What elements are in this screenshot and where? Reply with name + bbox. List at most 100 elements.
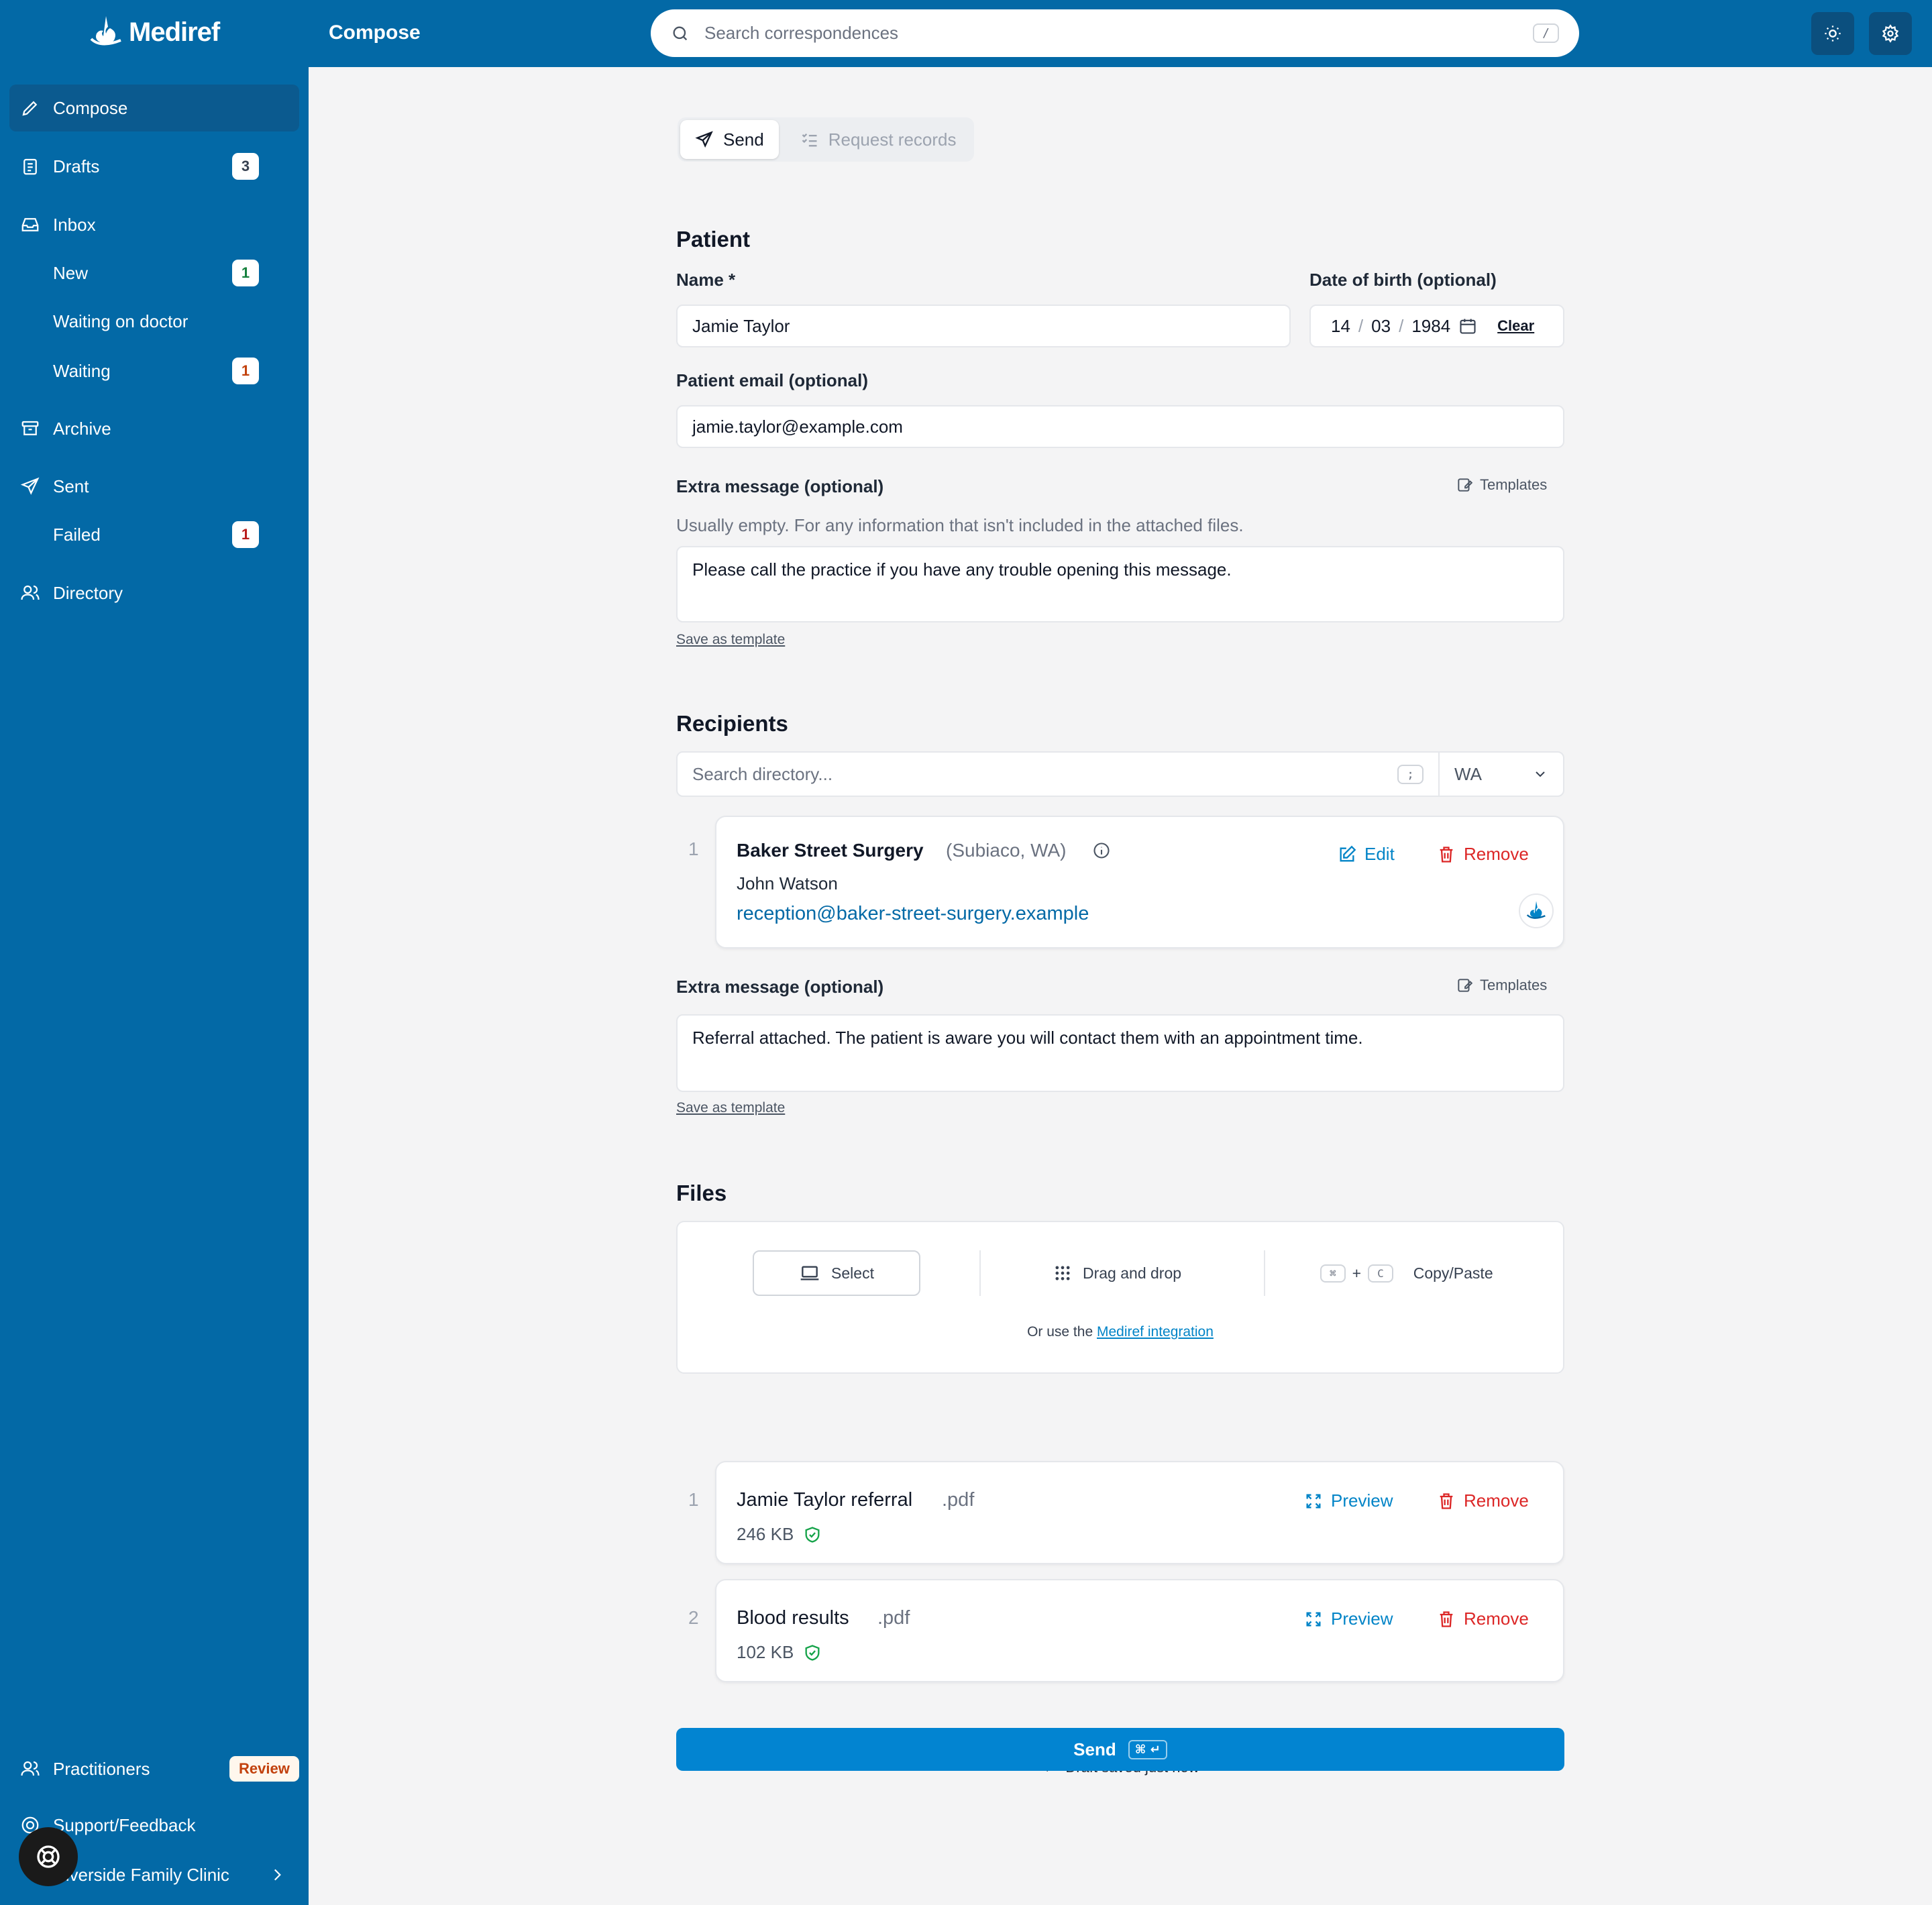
settings-button[interactable] xyxy=(1869,12,1912,55)
recipient-email[interactable]: reception@baker-street-surgery.example xyxy=(737,903,1089,925)
dob-separator: / xyxy=(1399,315,1404,336)
dob-month[interactable]: 03 xyxy=(1371,316,1391,337)
sidebar-item-label: Practitioners xyxy=(53,1758,150,1779)
templates-label: Templates xyxy=(1480,977,1548,993)
file-preview-button[interactable]: Preview xyxy=(1304,1609,1393,1629)
file-extension: .pdf xyxy=(942,1489,975,1511)
copy-paste-hint: ⌘ + C Copy/Paste xyxy=(1320,1250,1493,1296)
sidebar-item-label: Waiting on doctor xyxy=(53,311,189,331)
recipient-search-group: Search directory... ; WA xyxy=(676,751,1564,797)
integration-prefix: Or use the xyxy=(1027,1324,1093,1340)
mode-send-tab[interactable]: Send xyxy=(680,120,779,159)
patient-email-input[interactable]: jamie.taylor@example.com xyxy=(676,405,1564,448)
sidebar-item-label: Drafts xyxy=(53,156,100,176)
users-icon xyxy=(21,585,40,600)
recipient-extra-message[interactable]: Referral attached. The patient is aware … xyxy=(676,1014,1564,1092)
template-icon xyxy=(1458,979,1473,992)
sidebar-item-compose[interactable]: Compose xyxy=(9,85,299,131)
calendar-icon[interactable] xyxy=(1458,317,1477,335)
file-preview-button[interactable]: Preview xyxy=(1304,1490,1393,1511)
sidebar-item-waiting-on-doctor[interactable]: Waiting on doctor xyxy=(9,298,299,345)
brand-logo[interactable]: Mediref xyxy=(87,13,220,51)
search-bar[interactable]: Search correspondences / xyxy=(651,9,1579,57)
file-name: Blood results xyxy=(737,1607,849,1629)
file-card: Jamie Taylor referral .pdf 246 KB Previe… xyxy=(715,1461,1564,1564)
sidebar-item-practitioners[interactable]: Practitioners Review xyxy=(9,1745,299,1792)
directory-search-shortcut: ; xyxy=(1397,764,1424,784)
patient-name-value: Jamie Taylor xyxy=(692,315,790,336)
file-remove-button[interactable]: Remove xyxy=(1437,1490,1529,1511)
dob-clear-link[interactable]: Clear xyxy=(1497,317,1534,335)
help-button[interactable] xyxy=(19,1827,78,1886)
sidebar-item-waiting[interactable]: Waiting 1 xyxy=(9,347,299,394)
clinic-name: Riverside Family Clinic xyxy=(53,1864,229,1885)
shield-check-icon xyxy=(805,1526,820,1543)
integration-link[interactable]: Mediref integration xyxy=(1097,1324,1214,1340)
chevron-down-icon xyxy=(1536,771,1545,777)
preview-label: Preview xyxy=(1331,1490,1393,1511)
divider xyxy=(1264,1250,1265,1296)
files-heading: Files xyxy=(676,1181,727,1205)
review-badge: Review xyxy=(229,1756,299,1782)
divider xyxy=(979,1250,981,1296)
file-upload-area: Select Drag and drop ⌘ + C Copy/Paste Or… xyxy=(676,1221,1564,1374)
state-select-value: WA xyxy=(1454,763,1482,784)
drafts-count-badge: 3 xyxy=(232,153,259,180)
new-count-badge: 1 xyxy=(232,260,259,286)
patient-save-template-link[interactable]: Save as template xyxy=(676,632,785,648)
sidebar-item-label: Sent xyxy=(53,476,89,496)
remove-label: Remove xyxy=(1464,844,1529,864)
sidebar-item-failed[interactable]: Failed 1 xyxy=(9,511,299,558)
sidebar-item-new[interactable]: New 1 xyxy=(9,250,299,296)
send-button-label: Send xyxy=(1073,1739,1116,1759)
recipient-remove-button[interactable]: Remove xyxy=(1437,844,1529,865)
search-input[interactable]: Search correspondences xyxy=(704,23,1533,44)
info-icon[interactable] xyxy=(1092,841,1111,860)
send-shortcut: ⌘ ↵ xyxy=(1128,1739,1167,1759)
directory-search-input[interactable]: Search directory... ; xyxy=(678,753,1440,796)
patient-extra-message[interactable]: Please call the practice if you have any… xyxy=(676,546,1564,622)
name-label: Name * xyxy=(676,270,736,290)
recipient-templates-button[interactable]: Templates xyxy=(1456,977,1547,994)
patient-templates-button[interactable]: Templates xyxy=(1456,476,1547,494)
failed-count-badge: 1 xyxy=(232,521,259,548)
sidebar-item-archive[interactable]: Archive xyxy=(9,405,299,452)
file-index: 1 xyxy=(688,1489,699,1510)
pencil-icon xyxy=(22,101,38,116)
send-button[interactable]: Send ⌘ ↵ xyxy=(676,1728,1564,1771)
drag-and-drop-label: Drag and drop xyxy=(1083,1264,1182,1282)
file-index: 2 xyxy=(688,1607,699,1628)
recipient-index: 1 xyxy=(688,838,699,859)
brand-name: Mediref xyxy=(129,17,220,47)
search-icon xyxy=(673,26,688,40)
patient-extra-label: Extra message (optional) xyxy=(676,476,884,496)
dob-label: Date of birth (optional) xyxy=(1309,270,1497,290)
sidebar-item-directory[interactable]: Directory xyxy=(9,569,299,616)
select-files-button[interactable]: Select xyxy=(753,1250,920,1296)
file-remove-button[interactable]: Remove xyxy=(1437,1609,1529,1629)
template-icon xyxy=(1458,478,1473,492)
users-icon xyxy=(21,1761,40,1776)
sidebar-item-label: New xyxy=(53,262,89,283)
file-size-value: 102 KB xyxy=(737,1642,794,1662)
dob-day[interactable]: 14 xyxy=(1331,316,1350,337)
patient-name-input[interactable]: Jamie Taylor xyxy=(676,305,1291,347)
sidebar-item-inbox[interactable]: Inbox xyxy=(9,201,299,248)
sidebar-item-drafts[interactable]: Drafts 3 xyxy=(9,143,299,190)
sidebar-item-label: Inbox xyxy=(53,214,96,235)
state-select[interactable]: WA xyxy=(1440,764,1563,785)
sidebar-item-sent[interactable]: Sent xyxy=(9,463,299,510)
drag-and-drop-zone[interactable]: Drag and drop xyxy=(1053,1250,1181,1296)
recipient-save-template-link[interactable]: Save as template xyxy=(676,1100,785,1116)
drafts-icon xyxy=(23,158,37,175)
mediref-logo-icon xyxy=(90,16,121,46)
patient-extra-value: Please call the practice if you have any… xyxy=(692,559,1232,580)
theme-toggle-button[interactable] xyxy=(1811,12,1854,55)
recipient-name: Baker Street Surgery xyxy=(737,840,924,861)
recipient-edit-button[interactable]: Edit xyxy=(1338,844,1395,865)
mode-request-tab[interactable]: Request records xyxy=(786,120,971,159)
mode-switch: Send Request records xyxy=(678,117,974,162)
dob-input[interactable]: 14 / 03 / 1984 Clear xyxy=(1309,305,1564,347)
c-key: C xyxy=(1368,1264,1393,1283)
dob-year[interactable]: 1984 xyxy=(1411,316,1450,337)
